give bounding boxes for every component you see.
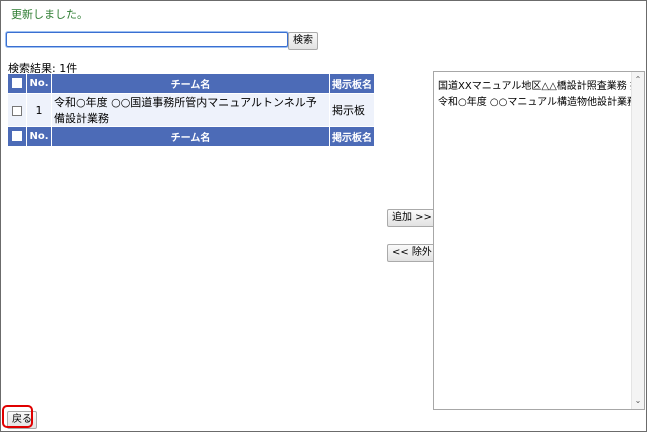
table-footer-row: No. チーム名 掲示板名 xyxy=(7,126,375,147)
footer-team-name: チーム名 xyxy=(51,126,330,147)
dialog-frame: 更新しました。 検索 検索結果: 1件 No. チーム名 掲示板名 1 令和○年… xyxy=(0,0,647,432)
scroll-down-icon[interactable]: ⌄ xyxy=(632,395,644,407)
list-item[interactable]: 国道XXマニュアル地区△△橋設計照査業務 掲示板 xyxy=(438,77,644,92)
add-button[interactable]: 追加 >> xyxy=(387,209,437,227)
selected-boards-listbox[interactable]: 国道XXマニュアル地区△△橋設計照査業務 掲示板 令和○年度 ○○マニュアル構造… xyxy=(433,71,645,410)
header-team-name: チーム名 xyxy=(51,73,330,94)
listbox-scrollbar[interactable]: ⌃ ⌄ xyxy=(631,72,644,409)
select-all-checkbox[interactable] xyxy=(12,78,22,88)
scroll-up-icon[interactable]: ⌃ xyxy=(632,74,644,86)
remove-button[interactable]: << 除外 xyxy=(387,244,437,262)
table-header-row: No. チーム名 掲示板名 xyxy=(7,73,375,94)
row-team-name: 令和○年度 ○○国道事務所管内マニュアルトンネル予備設計業務 xyxy=(51,93,330,127)
select-all-checkbox-footer[interactable] xyxy=(12,131,22,141)
list-item[interactable]: 令和○年度 ○○マニュアル構造物他設計業務 掲示板 xyxy=(438,93,644,108)
footer-board-name: 掲示板名 xyxy=(329,126,375,147)
search-button[interactable]: 検索 xyxy=(288,32,318,50)
select-all-footer-cell xyxy=(7,126,27,147)
results-table: No. チーム名 掲示板名 1 令和○年度 ○○国道事務所管内マニュアルトンネル… xyxy=(7,73,375,147)
row-checkbox[interactable] xyxy=(12,105,22,116)
row-checkbox-cell xyxy=(7,93,27,127)
back-button-highlight xyxy=(2,405,33,428)
header-board-name: 掲示板名 xyxy=(329,73,375,94)
search-input[interactable] xyxy=(6,32,288,47)
footer-no: No. xyxy=(26,126,52,147)
status-message: 更新しました。 xyxy=(11,8,88,21)
header-no: No. xyxy=(26,73,52,94)
row-board-name: 掲示板 xyxy=(329,93,375,127)
table-row[interactable]: 1 令和○年度 ○○国道事務所管内マニュアルトンネル予備設計業務 掲示板 xyxy=(7,93,375,127)
select-all-header-cell xyxy=(7,73,27,94)
row-no: 1 xyxy=(26,93,52,127)
